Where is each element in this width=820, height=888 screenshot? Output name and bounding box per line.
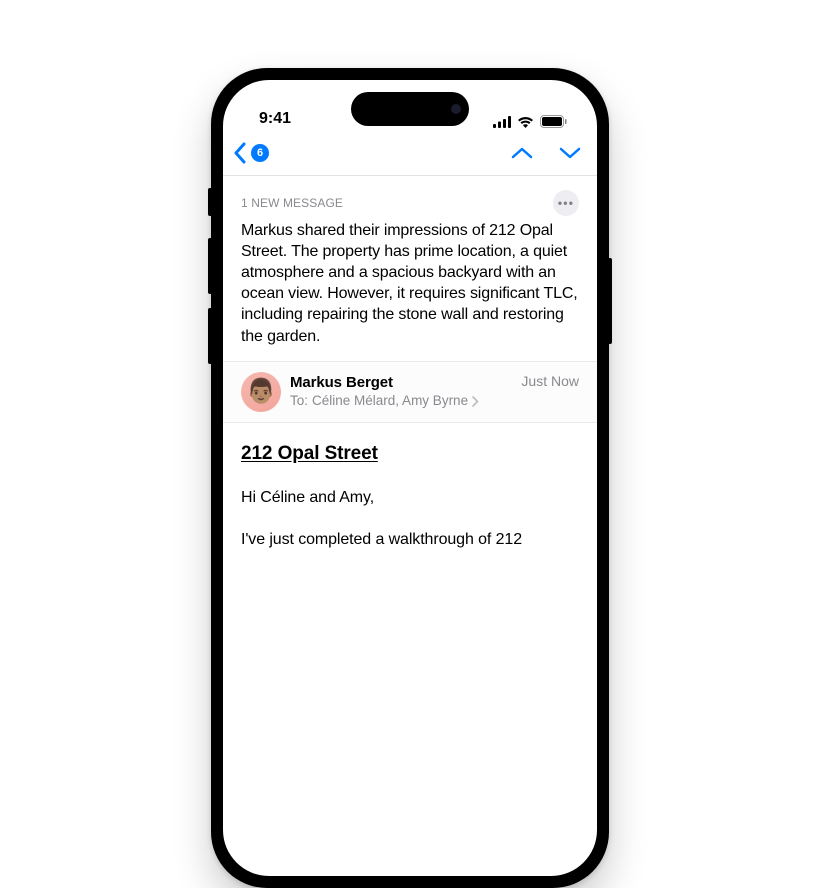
sender-info: Markus Berget To: Céline Mélard, Amy Byr…	[290, 374, 512, 410]
email-greeting: Hi Céline and Amy,	[241, 487, 579, 510]
screen: 9:41	[223, 80, 597, 876]
sender-name: Markus Berget	[290, 374, 512, 393]
email-body-text: I've just completed a walkthrough of 212	[241, 529, 579, 552]
previous-message-button[interactable]	[511, 146, 533, 160]
sender-card[interactable]: 👨🏽 Markus Berget To: Céline Mélard, Amy …	[223, 361, 597, 423]
back-button[interactable]: 6	[233, 142, 269, 164]
chevron-left-icon	[233, 142, 247, 164]
summary-label: 1 NEW MESSAGE	[241, 196, 343, 210]
chevron-right-icon	[472, 396, 479, 407]
email-subject: 212 Opal Street	[241, 443, 579, 465]
email-body: 212 Opal Street Hi Céline and Amy, I've …	[223, 423, 597, 572]
recipients-row[interactable]: To: Céline Mélard, Amy Byrne	[290, 393, 512, 410]
recipients: Céline Mélard, Amy Byrne	[312, 393, 468, 410]
summary-header: 1 NEW MESSAGE •••	[241, 190, 579, 216]
nav-arrows	[511, 146, 581, 160]
volume-up-button	[208, 238, 212, 294]
unread-count-badge: 6	[251, 144, 269, 162]
timestamp: Just Now	[521, 373, 579, 389]
front-camera	[451, 104, 461, 114]
message-summary-section: 1 NEW MESSAGE ••• Markus shared their im…	[223, 176, 597, 361]
status-icons	[493, 115, 567, 128]
nav-bar: 6	[223, 134, 597, 176]
status-time: 9:41	[259, 110, 291, 128]
dynamic-island	[351, 92, 469, 126]
summary-text: Markus shared their impressions of 212 O…	[241, 220, 579, 347]
ellipsis-icon: •••	[558, 196, 574, 210]
content-area: 1 NEW MESSAGE ••• Markus shared their im…	[223, 176, 597, 572]
wifi-icon	[517, 116, 534, 128]
avatar-memoji: 👨🏽	[246, 377, 276, 406]
cellular-signal-icon	[493, 116, 511, 128]
to-label: To:	[290, 393, 308, 410]
next-message-button[interactable]	[559, 146, 581, 160]
more-options-button[interactable]: •••	[553, 190, 579, 216]
ringer-switch	[208, 188, 212, 216]
power-button	[608, 258, 612, 344]
battery-icon	[540, 115, 567, 128]
sender-avatar: 👨🏽	[241, 372, 281, 412]
volume-down-button	[208, 308, 212, 364]
phone-frame: 9:41	[211, 68, 609, 888]
